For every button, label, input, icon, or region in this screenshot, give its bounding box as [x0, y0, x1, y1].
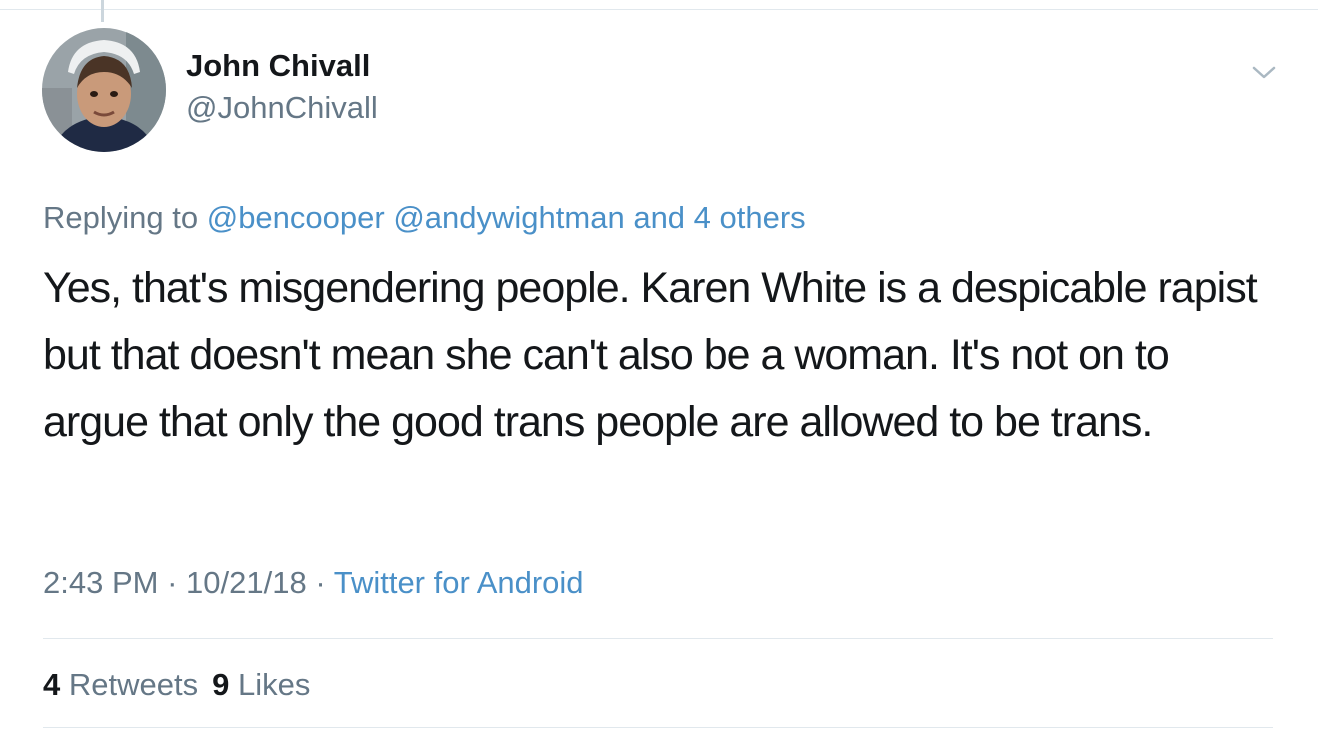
tweet-date: 10/21/18 — [186, 565, 307, 600]
replying-to-label: Replying to — [43, 200, 199, 235]
mention-others-link[interactable]: and 4 others — [633, 200, 805, 235]
display-name[interactable]: John Chivall — [186, 48, 370, 84]
tweet-text: Yes, that's misgendering people. Karen W… — [43, 264, 1258, 446]
likes-stat[interactable]: 9 Likes — [212, 667, 310, 702]
tweet-source-link[interactable]: Twitter for Android — [334, 565, 584, 600]
retweets-label: Retweets — [68, 667, 199, 702]
tweet-meta: 2:43 PM · 10/21/18 · Twitter for Android — [43, 565, 584, 601]
mention-andywightman[interactable]: @andywightman — [393, 200, 624, 235]
mention-bencooper[interactable]: @bencooper — [207, 200, 385, 235]
replying-to-line: Replying to @bencooper @andywightman and… — [43, 200, 806, 236]
user-handle[interactable]: @JohnChivall — [186, 90, 378, 126]
engagement-stats: 4 Retweets 9 Likes — [43, 667, 310, 703]
profile-photo-icon — [42, 28, 166, 152]
stats-divider-bottom — [43, 727, 1273, 728]
tweet-detail: John Chivall @JohnChivall Replying to @b… — [0, 0, 1318, 738]
retweets-count: 4 — [43, 667, 61, 702]
more-options-button[interactable] — [1248, 56, 1280, 88]
likes-count: 9 — [212, 667, 230, 702]
tweet-time: 2:43 PM — [43, 565, 159, 600]
chevron-down-icon — [1252, 66, 1276, 79]
avatar[interactable] — [42, 28, 166, 152]
stats-divider-top — [43, 638, 1273, 639]
thread-connector-line — [101, 0, 104, 22]
likes-label: Likes — [237, 667, 311, 702]
retweets-stat[interactable]: 4 Retweets — [43, 667, 198, 702]
top-divider — [0, 9, 1318, 10]
meta-separator: · — [167, 565, 178, 600]
meta-separator: · — [315, 565, 326, 600]
